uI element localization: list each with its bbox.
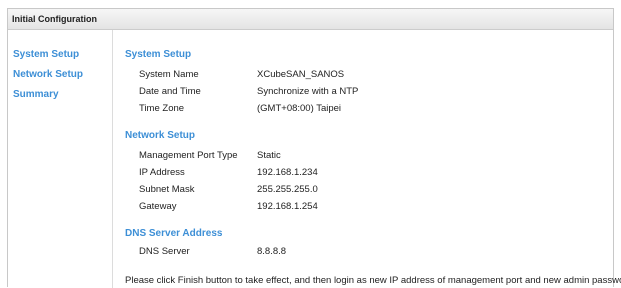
sidebar: System Setup Network Setup Summary [8,30,113,288]
initial-configuration-window: Initial Configuration System Setup Netwo… [7,8,621,288]
management-port-type-value: Static [257,150,281,161]
summary-content: System Setup System Name XCubeSAN_SANOS … [113,30,621,287]
window-title: Initial Configuration [8,9,613,30]
subnet-mask-label: Subnet Mask [139,184,195,195]
time-zone-value: (GMT+08:00) Taipei [257,103,342,114]
date-time-value: Synchronize with a NTP [257,86,359,97]
date-time-label: Date and Time [139,86,201,97]
sidebar-item-summary[interactable]: Summary [13,89,59,100]
gateway-label: Gateway [139,201,177,212]
section-title-network-setup: Network Setup [125,130,196,141]
finish-instructions-note: Please click Finish button to take effec… [125,275,621,286]
sidebar-item-system-setup[interactable]: System Setup [13,49,79,60]
section-title-dns-server-address: DNS Server Address [125,228,223,239]
ip-address-value: 192.168.1.234 [257,167,318,178]
system-name-value: XCubeSAN_SANOS [257,69,345,80]
management-port-type-label: Management Port Type [139,150,238,161]
section-title-system-setup: System Setup [125,49,192,60]
sidebar-item-network-setup[interactable]: Network Setup [13,69,83,80]
subnet-mask-value: 255.255.255.0 [257,184,318,195]
dns-server-label: DNS Server [139,246,190,257]
dns-server-value: 8.8.8.8 [257,246,287,257]
system-name-label: System Name [139,69,199,80]
time-zone-label: Time Zone [139,103,185,114]
gateway-value: 192.168.1.254 [257,201,318,212]
ip-address-label: IP Address [139,167,185,178]
